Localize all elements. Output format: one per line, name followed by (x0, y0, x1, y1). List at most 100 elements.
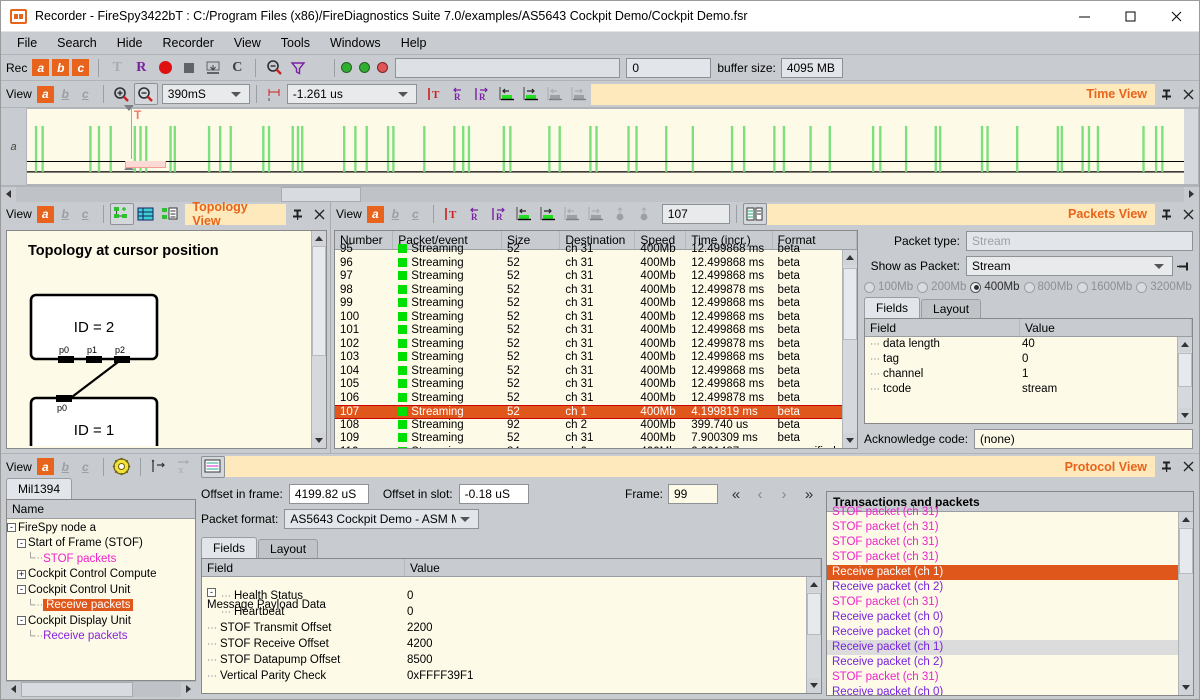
show-as-packet-combo[interactable]: Stream (966, 256, 1173, 276)
transaction-list-item-focused[interactable]: Receive packet (ch 1) (827, 640, 1193, 655)
topology-scroll-down-button[interactable] (312, 433, 326, 448)
transactions-scroll-down[interactable] (1179, 680, 1193, 695)
transaction-list-item[interactable]: STOF packet (ch 31) (827, 505, 1193, 520)
transaction-list-item[interactable]: Receive packet (ch 0) (827, 625, 1193, 640)
transactions-rows[interactable]: STOF packet (ch 31) STOF packet (ch 31) ST… (827, 505, 1193, 695)
protocol-tree-node[interactable]: - Start of Frame (STOF) (7, 536, 195, 552)
record-channel-b[interactable]: b (52, 59, 70, 76)
packet-fields-rows[interactable]: ⋯ data length 40 ⋯ tag 0 ⋯ channel 1 ⋯ tcode stream (865, 337, 1192, 423)
protocol-field-row[interactable]: - Message Payload Data (202, 572, 821, 611)
packets-table-row[interactable]: 103 Streaming 52 ch 31 400Mb 12.499868 ms beta (335, 351, 857, 365)
prev-frame-button[interactable]: ‹ (748, 486, 772, 503)
offset-in-frame-value[interactable]: 4199.82 uS (288, 484, 369, 504)
download-icon[interactable] (201, 57, 225, 79)
protocol-list-toggle-icon[interactable] (200, 455, 225, 478)
protocol-field-row[interactable]: ⋯ Heartbeat 0 (202, 604, 821, 620)
protocol-fields-scroll-down[interactable] (807, 678, 821, 693)
packets-table-row[interactable]: 98 Streaming 52 ch 31 400Mb 12.499878 ms beta (335, 284, 857, 298)
topology-list-icon[interactable] (157, 203, 181, 225)
tree-hscroll-track[interactable] (21, 681, 181, 697)
packets-prev-record-icon[interactable]: R (464, 203, 488, 225)
protocol-fields-scroll-up[interactable] (807, 577, 821, 592)
tree-expander-icon[interactable]: - (7, 523, 16, 533)
topology-pin-button[interactable] (286, 204, 308, 225)
maximize-button[interactable] (1107, 1, 1153, 32)
packets-table-row-selected[interactable]: 107 Streaming 52 ch 1 400Mb 4.199819 ms beta (335, 405, 857, 419)
protocol-tree-rows[interactable]: - FireSpy node a - Start of Frame (STOF) └⋯ S… (7, 519, 195, 680)
record-r-icon[interactable]: R (129, 57, 153, 79)
tree-expander-icon[interactable]: - (17, 585, 26, 595)
close-button[interactable] (1153, 1, 1199, 32)
menu-file[interactable]: File (7, 33, 47, 53)
trigger-t-icon[interactable]: T (105, 57, 129, 79)
time-view-pin-button[interactable] (1155, 84, 1177, 105)
packets-table-row[interactable]: 106 Streaming 52 ch 31 400Mb 12.499878 ms beta (335, 392, 857, 406)
transaction-list-item[interactable]: Receive packet (ch 2) (827, 580, 1193, 595)
packets-vscroll-thumb[interactable] (843, 268, 857, 340)
topology-graph-icon[interactable] (109, 203, 134, 225)
protocol-channel-b[interactable]: b (57, 458, 74, 475)
record-channel-a[interactable]: a (32, 59, 50, 76)
minimize-button[interactable] (1061, 1, 1107, 32)
packets-channel-b[interactable]: b (387, 206, 404, 223)
zoom-scale-combo[interactable]: 390mS (161, 84, 250, 104)
protocol-channel-a[interactable]: a (36, 458, 54, 475)
packets-table-row[interactable]: 108 Streaming 92 ch 2 400Mb 399.740 us beta (335, 419, 857, 433)
protocol-field-row[interactable]: ⋯ STOF Datapump Offset 8500 (202, 652, 821, 668)
packets-table-row[interactable]: 102 Streaming 52 ch 31 400Mb 12.499878 ms beta (335, 338, 857, 352)
topology-scroll-up-button[interactable] (312, 231, 326, 246)
speed-radio-100mb[interactable]: 100Mb (864, 281, 913, 293)
first-frame-button[interactable]: « (724, 486, 748, 503)
menu-view[interactable]: View (224, 33, 271, 53)
protocol-fields-rows[interactable]: - Message Payload Data ⋯ Health Status 0 ⋯ Hea… (202, 572, 821, 693)
packets-table-row[interactable]: 104 Streaming 52 ch 31 400Mb 12.499868 ms beta (335, 365, 857, 379)
packets-table-row[interactable]: 96 Streaming 52 ch 31 400Mb 12.499868 ms beta (335, 257, 857, 271)
prev-record-icon[interactable]: R (447, 83, 471, 105)
packets-table-row[interactable]: 99 Streaming 52 ch 31 400Mb 12.499868 ms beta (335, 297, 857, 311)
topology-vscroll-thumb[interactable] (312, 246, 326, 356)
topology-vscrollbar[interactable] (311, 231, 326, 448)
protocol-field-row[interactable]: ⋯ Vertical Parity Check 0xFFFF39F1 (202, 668, 821, 684)
time-view-close-button[interactable] (1177, 84, 1199, 105)
speed-radio-1600mb[interactable]: 1600Mb (1076, 281, 1132, 293)
time-view-channel-a[interactable]: a (36, 85, 54, 103)
packets-pin-button[interactable] (1155, 204, 1177, 225)
packets-vscrollbar[interactable] (842, 250, 857, 448)
packets-table-row[interactable]: 110Streaming84ch 0400Mb2.201487 msunspec… (335, 446, 857, 448)
hscroll-thumb[interactable] (281, 186, 361, 202)
transactions-vscrollbar[interactable] (1178, 512, 1193, 695)
time-view-channel-b[interactable]: b (57, 86, 74, 103)
record-counter-field[interactable]: 0 (626, 57, 712, 78)
menu-recorder[interactable]: Recorder (152, 33, 223, 53)
menu-help[interactable]: Help (391, 33, 437, 53)
packet-field-row[interactable]: ⋯ tcode stream (865, 382, 1192, 397)
transactions-scroll-up[interactable] (1179, 512, 1193, 527)
transaction-list-item-selected[interactable]: Receive packet (ch 1) (827, 565, 1193, 580)
protocol-close-button[interactable] (1177, 456, 1199, 477)
packets-table-row[interactable]: 95 Streaming 52 ch 31 400Mb 12.499868 ms beta (335, 243, 857, 257)
topology-table-icon[interactable] (134, 203, 158, 225)
transaction-list-item[interactable]: STOF packet (ch 31) (827, 550, 1193, 565)
tree-expander-icon[interactable]: + (17, 569, 26, 579)
packet-fields-vscrollbar[interactable] (1177, 337, 1192, 423)
frame-value[interactable]: 99 (668, 484, 718, 504)
packets-close-button[interactable] (1177, 204, 1199, 225)
protocol-tree-node-selected[interactable]: └⋯ Receive packets (7, 598, 195, 614)
menu-hide[interactable]: Hide (107, 33, 153, 53)
packets-goto-trigger-icon[interactable]: T (440, 203, 464, 225)
packets-detail-toggle-icon[interactable] (742, 203, 767, 225)
packets-prev-marker-icon[interactable] (512, 203, 536, 225)
stop-square-icon[interactable] (177, 57, 201, 79)
time-view-waveform[interactable]: T (26, 105, 1184, 185)
topology-close-button[interactable] (308, 204, 330, 225)
protocol-pin-button[interactable] (1155, 456, 1177, 477)
transactions-vscroll-thumb[interactable] (1179, 528, 1193, 574)
speed-radio-group[interactable]: 100Mb 200Mb 400Mb 800Mb 1600Mb 3200Mb (864, 281, 1193, 293)
packets-next-record-icon[interactable]: R (488, 203, 512, 225)
protocol-tree-node[interactable]: - Cockpit Control Unit (7, 582, 195, 598)
topology-channel-b[interactable]: b (57, 206, 74, 223)
protocol-step-icon[interactable] (147, 456, 171, 478)
tree-hscroll-thumb[interactable] (21, 681, 133, 697)
protocol-field-row[interactable]: ⋯ STOF Receive Offset 4200 (202, 636, 821, 652)
transaction-list-item[interactable]: STOF packet (ch 31) (827, 520, 1193, 535)
